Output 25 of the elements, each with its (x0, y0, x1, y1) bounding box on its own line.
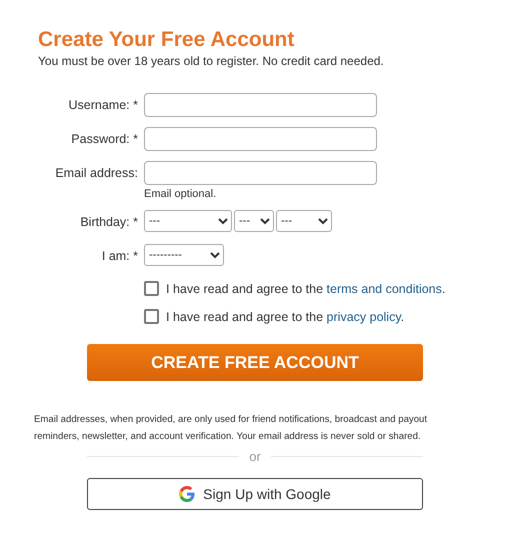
agreement-link[interactable]: privacy policy (326, 310, 401, 324)
input-field[interactable] (144, 93, 377, 117)
age-notice: You must be over 18 years old to register. No credit card needed. (38, 54, 385, 68)
field-label: I am: * (100, 248, 138, 265)
field-label: Password: * (70, 131, 138, 148)
google-logo-icon (179, 486, 196, 502)
birthday-select[interactable]: --- (234, 210, 274, 232)
birthday-select[interactable]: --- (276, 210, 332, 232)
gender-select[interactable]: --------- (144, 244, 224, 266)
agreement-text: I have read and agree to the privacy policy. (166, 310, 404, 324)
field-label: Birthday: * (79, 214, 138, 231)
field-label: Email address: (54, 165, 138, 182)
field-hint: Email optional. (144, 188, 218, 200)
email-notice: Email addresses, when provided, are only used for friend notifications, broadcast and payout reminders, newsletter, and account verification. Your email address is never sold or shared. (34, 413, 428, 444)
checkbox[interactable] (144, 281, 159, 296)
checkbox[interactable] (144, 309, 159, 324)
input-field[interactable] (144, 161, 377, 185)
agreement-text: I have read and agree to the terms and conditions. (166, 282, 446, 296)
field-label: Username: * (68, 97, 138, 114)
divider-text: or (249, 449, 261, 464)
birthday-select[interactable]: --- (144, 210, 232, 232)
input-field[interactable] (144, 127, 377, 151)
page-title: Create Your Free Account (38, 28, 296, 52)
agreement-link[interactable]: terms and conditions (326, 282, 442, 296)
google-signup-button[interactable]: Sign Up with Google (87, 478, 423, 510)
